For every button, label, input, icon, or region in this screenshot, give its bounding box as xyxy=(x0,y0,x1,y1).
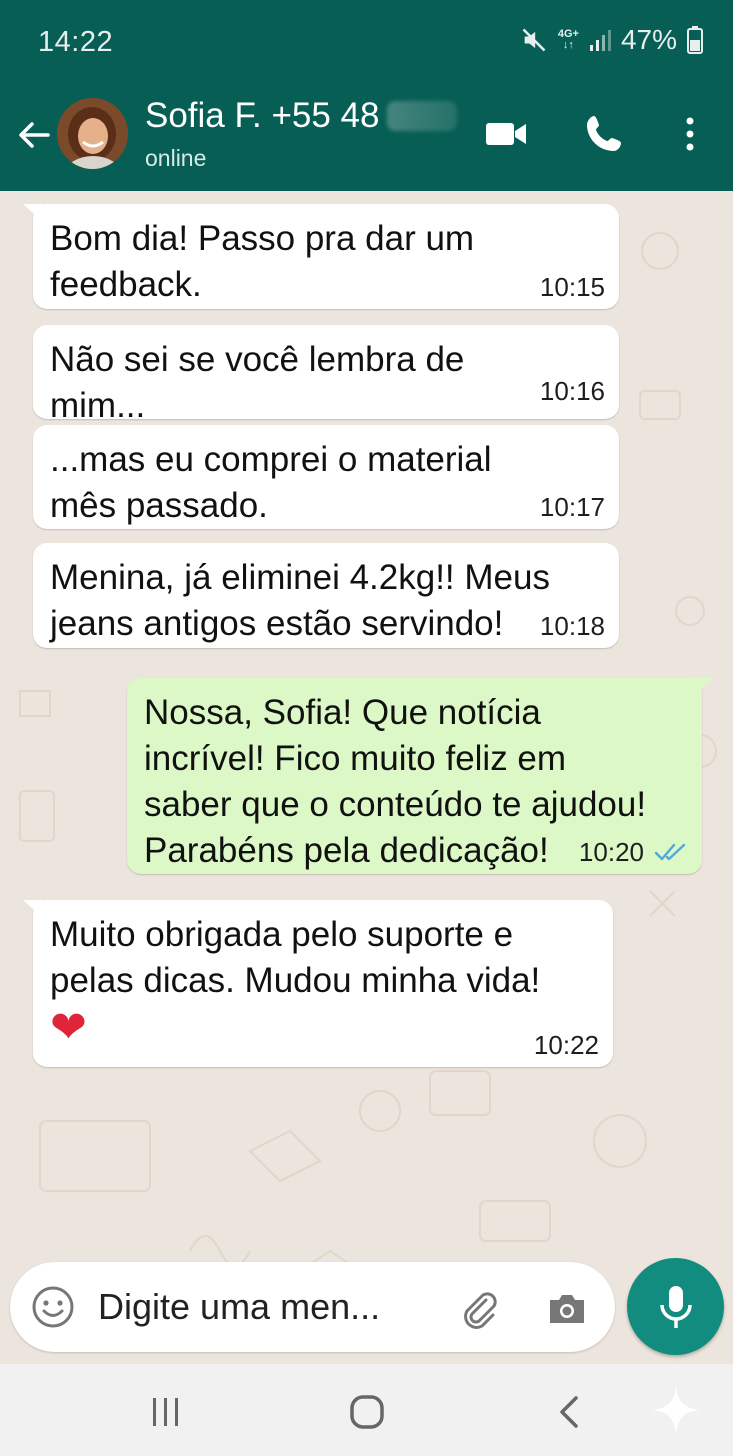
message-time-text: 10:22 xyxy=(533,1030,599,1060)
message-bubble-incoming[interactable]: ...mas eu comprei o material mês passado… xyxy=(33,425,619,529)
video-call-icon[interactable] xyxy=(482,110,530,158)
camera-icon[interactable] xyxy=(544,1286,590,1332)
heart-emoji: ❤ xyxy=(50,1003,87,1052)
message-bubble-incoming[interactable]: Não sei se você lembra de mim... 10:16 xyxy=(33,325,619,419)
redacted-number xyxy=(387,101,458,131)
network-label: 4G+ xyxy=(557,28,579,40)
bubble-tail xyxy=(692,678,714,696)
message-composer[interactable]: Digite uma men... xyxy=(10,1262,615,1352)
message-text: Menina, já eliminei 4.2kg!! Meus jeans a… xyxy=(50,558,550,643)
home-icon[interactable] xyxy=(345,1392,389,1432)
message-time: 10:15 xyxy=(540,273,605,301)
avatar[interactable] xyxy=(57,98,128,169)
nav-back-icon[interactable] xyxy=(548,1392,592,1432)
message-text: Não sei se você lembra de mim... xyxy=(50,340,465,419)
message-time: 10:17 xyxy=(540,493,605,521)
read-receipt-icon xyxy=(654,843,686,861)
mic-icon xyxy=(660,1286,692,1328)
message-list[interactable]: Bom dia! Passo pra dar um feedback. 10:1… xyxy=(0,191,733,1364)
attach-icon[interactable] xyxy=(456,1286,502,1332)
signal-icon xyxy=(589,28,611,52)
message-time-text: 10:20 xyxy=(578,837,644,867)
message-time-text: 10:16 xyxy=(539,376,605,406)
bubble-tail xyxy=(23,204,43,222)
message-time: 10:20 xyxy=(579,838,688,866)
sparkle-icon xyxy=(652,1386,700,1434)
status-bar: 14:22 4G+ ↓↑ 47% xyxy=(0,0,733,78)
message-text: ...mas eu comprei o material mês passado… xyxy=(50,440,492,525)
message-bubble-incoming[interactable]: Bom dia! Passo pra dar um feedback. 10:1… xyxy=(23,204,619,309)
message-time: 10:22 xyxy=(534,1031,599,1059)
recent-apps-icon[interactable] xyxy=(145,1392,189,1432)
message-bubble-incoming[interactable]: Menina, já eliminei 4.2kg!! Meus jeans a… xyxy=(33,543,619,648)
contact-name[interactable]: Sofia F. +55 48 xyxy=(145,96,458,136)
message-time-text: 10:17 xyxy=(539,492,605,522)
mic-button[interactable] xyxy=(627,1258,724,1355)
emoji-icon[interactable] xyxy=(30,1284,76,1330)
contact-status: online xyxy=(145,145,207,171)
bubble-tail xyxy=(23,900,43,918)
message-bubble-outgoing[interactable]: Nossa, Sofia! Que notícia incrível! Fico… xyxy=(127,678,714,874)
message-bubble-incoming[interactable]: Muito obrigada pelo suporte e pelas dica… xyxy=(23,900,613,1067)
message-text: Muito obrigada pelo suporte e pelas dica… xyxy=(50,915,541,1000)
message-time-text: 10:15 xyxy=(539,272,605,302)
message-time-text: 10:18 xyxy=(539,611,605,641)
battery-icon xyxy=(687,26,703,54)
contact-name-text: Sofia F. +55 48 xyxy=(145,96,380,135)
phone-icon[interactable] xyxy=(580,110,628,158)
mute-icon xyxy=(520,26,548,54)
network-4g-icon: 4G+ ↓↑ xyxy=(557,28,579,51)
back-arrow-icon[interactable] xyxy=(14,115,54,155)
chat-header: Sofia F. +55 48 online xyxy=(0,78,733,191)
status-icons: 4G+ ↓↑ 47% xyxy=(520,24,703,56)
message-time: 10:16 xyxy=(540,377,605,405)
message-text: Bom dia! Passo pra dar um feedback. xyxy=(50,219,475,304)
message-input[interactable]: Digite uma men... xyxy=(98,1286,380,1328)
message-time: 10:18 xyxy=(540,612,605,640)
battery-percent: 47% xyxy=(620,24,677,55)
status-time: 14:22 xyxy=(38,26,114,58)
more-vert-icon[interactable] xyxy=(666,110,714,158)
system-nav-bar xyxy=(0,1364,733,1456)
